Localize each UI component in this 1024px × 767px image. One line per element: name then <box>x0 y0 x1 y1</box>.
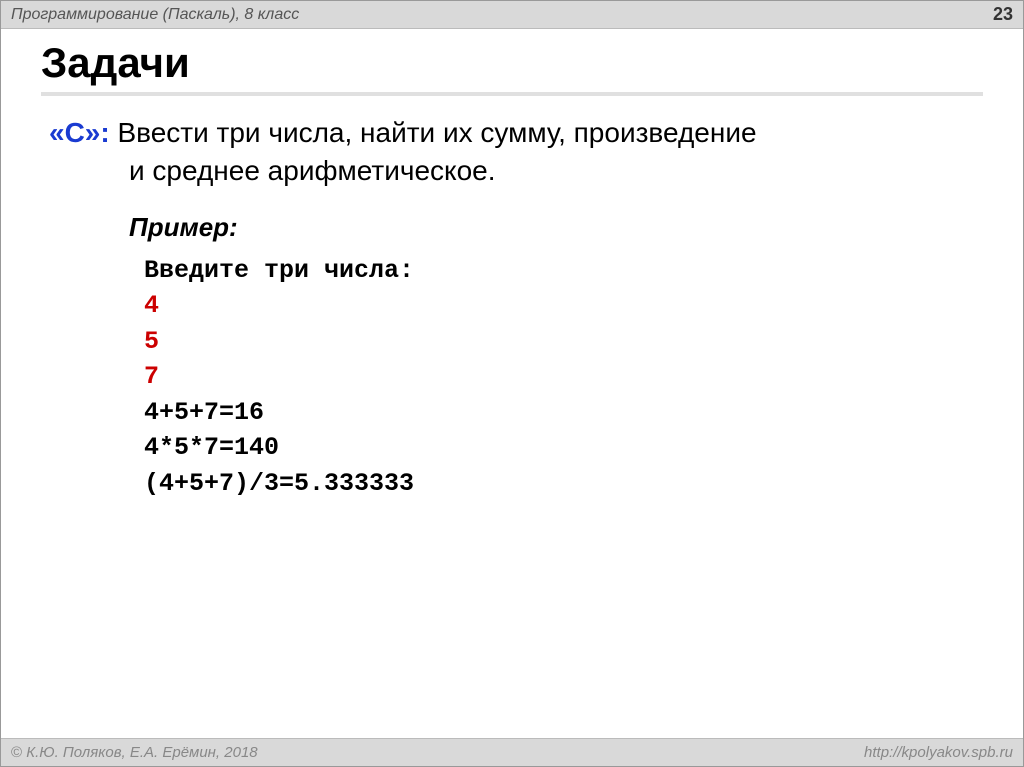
title-underline <box>41 92 983 96</box>
code-prompt: Введите три числа: <box>144 253 983 289</box>
footer-url: http://kpolyakov.spb.ru <box>864 744 1013 761</box>
header-bar: Программирование (Паскаль), 8 класс 23 <box>1 1 1023 29</box>
footer-copyright: © К.Ю. Поляков, Е.А. Ерёмин, 2018 <box>11 744 258 761</box>
task-label: «C»: <box>49 117 110 148</box>
task-text-1: Ввести три числа, найти их сумму, произв… <box>110 117 757 148</box>
code-input-1: 4 <box>144 288 983 324</box>
code-block: Введите три числа: 4 5 7 4+5+7=16 4*5*7=… <box>144 253 983 502</box>
task-line-1: «C»: Ввести три числа, найти их сумму, п… <box>49 114 983 152</box>
task-line-2: и среднее арифметическое. <box>49 152 983 190</box>
code-output-2: 4*5*7=140 <box>144 430 983 466</box>
main-title: Задачи <box>41 39 983 87</box>
code-input-2: 5 <box>144 324 983 360</box>
code-output-1: 4+5+7=16 <box>144 395 983 431</box>
page-number: 23 <box>993 4 1013 25</box>
content-area: Задачи «C»: Ввести три числа, найти их с… <box>1 29 1023 511</box>
footer-authors: К.Ю. Поляков, Е.А. Ерёмин, 2018 <box>22 744 258 761</box>
example-label: Пример: <box>129 212 983 243</box>
header-title: Программирование (Паскаль), 8 класс <box>11 6 299 24</box>
code-input-3: 7 <box>144 359 983 395</box>
code-output-3: (4+5+7)/3=5.333333 <box>144 466 983 502</box>
task-block: «C»: Ввести три числа, найти их сумму, п… <box>41 114 983 501</box>
task-text-2: и среднее арифметическое. <box>129 155 496 186</box>
copyright-symbol: © <box>11 744 22 761</box>
footer-bar: © К.Ю. Поляков, Е.А. Ерёмин, 2018 http:/… <box>1 738 1023 766</box>
